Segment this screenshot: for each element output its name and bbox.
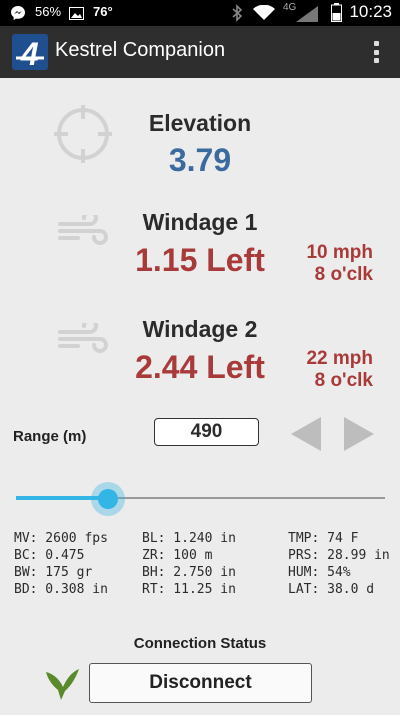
elevation-label: Elevation [148,110,252,136]
battery-percent-left: 56% [35,4,62,19]
arrow-right-icon[interactable] [343,416,375,452]
app-logo-glyph: 4 [20,36,39,70]
params-col-2: BL: 1.240 in ZR: 100 m BH: 2.750 in RT: … [142,530,236,598]
battery-icon [331,3,342,22]
windage1-speed: 10 mph [306,242,373,263]
status-bar: 56% 76° 4G 10:23 [0,0,400,26]
param-hum: HUM: 54% [288,565,351,580]
windage2-value: 2.44 Left [135,349,265,385]
param-rt: RT: 11.25 in [142,582,236,597]
windage2-speed: 22 mph [306,348,373,369]
bluetooth-icon [232,4,243,22]
param-tmp: TMP: 74 F [288,531,359,546]
windage1-direction: 8 o'clk [314,264,373,285]
windage2-label: Windage 2 [142,316,258,342]
windage1-wind: 10 mph 8 o'clk [290,242,373,286]
connection-status-title: Connection Status [133,635,267,652]
windage1-value: 1.15 Left [135,242,265,278]
param-lat: LAT: 38.0 d [288,582,375,597]
temperature-readout: 76° [93,4,113,19]
arrow-left-icon[interactable] [290,416,322,452]
disconnect-button[interactable]: Disconnect [89,663,312,703]
wifi-icon [253,5,275,20]
param-bw: BW: 175 gr [14,565,93,580]
signal-icon [296,6,318,22]
range-input[interactable]: 490 [154,418,259,446]
windage1-label: Windage 1 [142,209,258,235]
windage2-direction: 8 o'clk [314,370,373,391]
overflow-menu-icon[interactable] [370,39,382,65]
image-icon [69,7,84,20]
app-bar: 4 Kestrel Companion [0,26,400,78]
param-prs: PRS: 28.99 in [288,548,390,563]
params-col-1: MV: 2600 fps BC: 0.475 BW: 175 gr BD: 0.… [14,530,108,598]
param-bh: BH: 2.750 in [142,565,236,580]
range-label: Range (m) [13,428,87,445]
windage2-wind: 22 mph 8 o'clk [290,348,373,392]
messenger-icon [11,6,25,20]
param-bl: BL: 1.240 in [142,531,236,546]
param-bc: BC: 0.475 [14,548,85,563]
param-bd: BD: 0.308 in [14,582,108,597]
kestrel-bird-icon [46,669,79,700]
app-title: Kestrel Companion [55,39,226,61]
params-col-3: TMP: 74 F PRS: 28.99 in HUM: 54% LAT: 38… [288,530,390,598]
network-type: 4G [283,2,297,13]
clock: 10:23 [349,2,392,21]
param-mv: MV: 2600 fps [14,531,108,546]
elevation-value: 3.79 [168,142,232,178]
app-logo-icon[interactable]: 4 [12,34,48,70]
param-zr: ZR: 100 m [142,548,213,563]
